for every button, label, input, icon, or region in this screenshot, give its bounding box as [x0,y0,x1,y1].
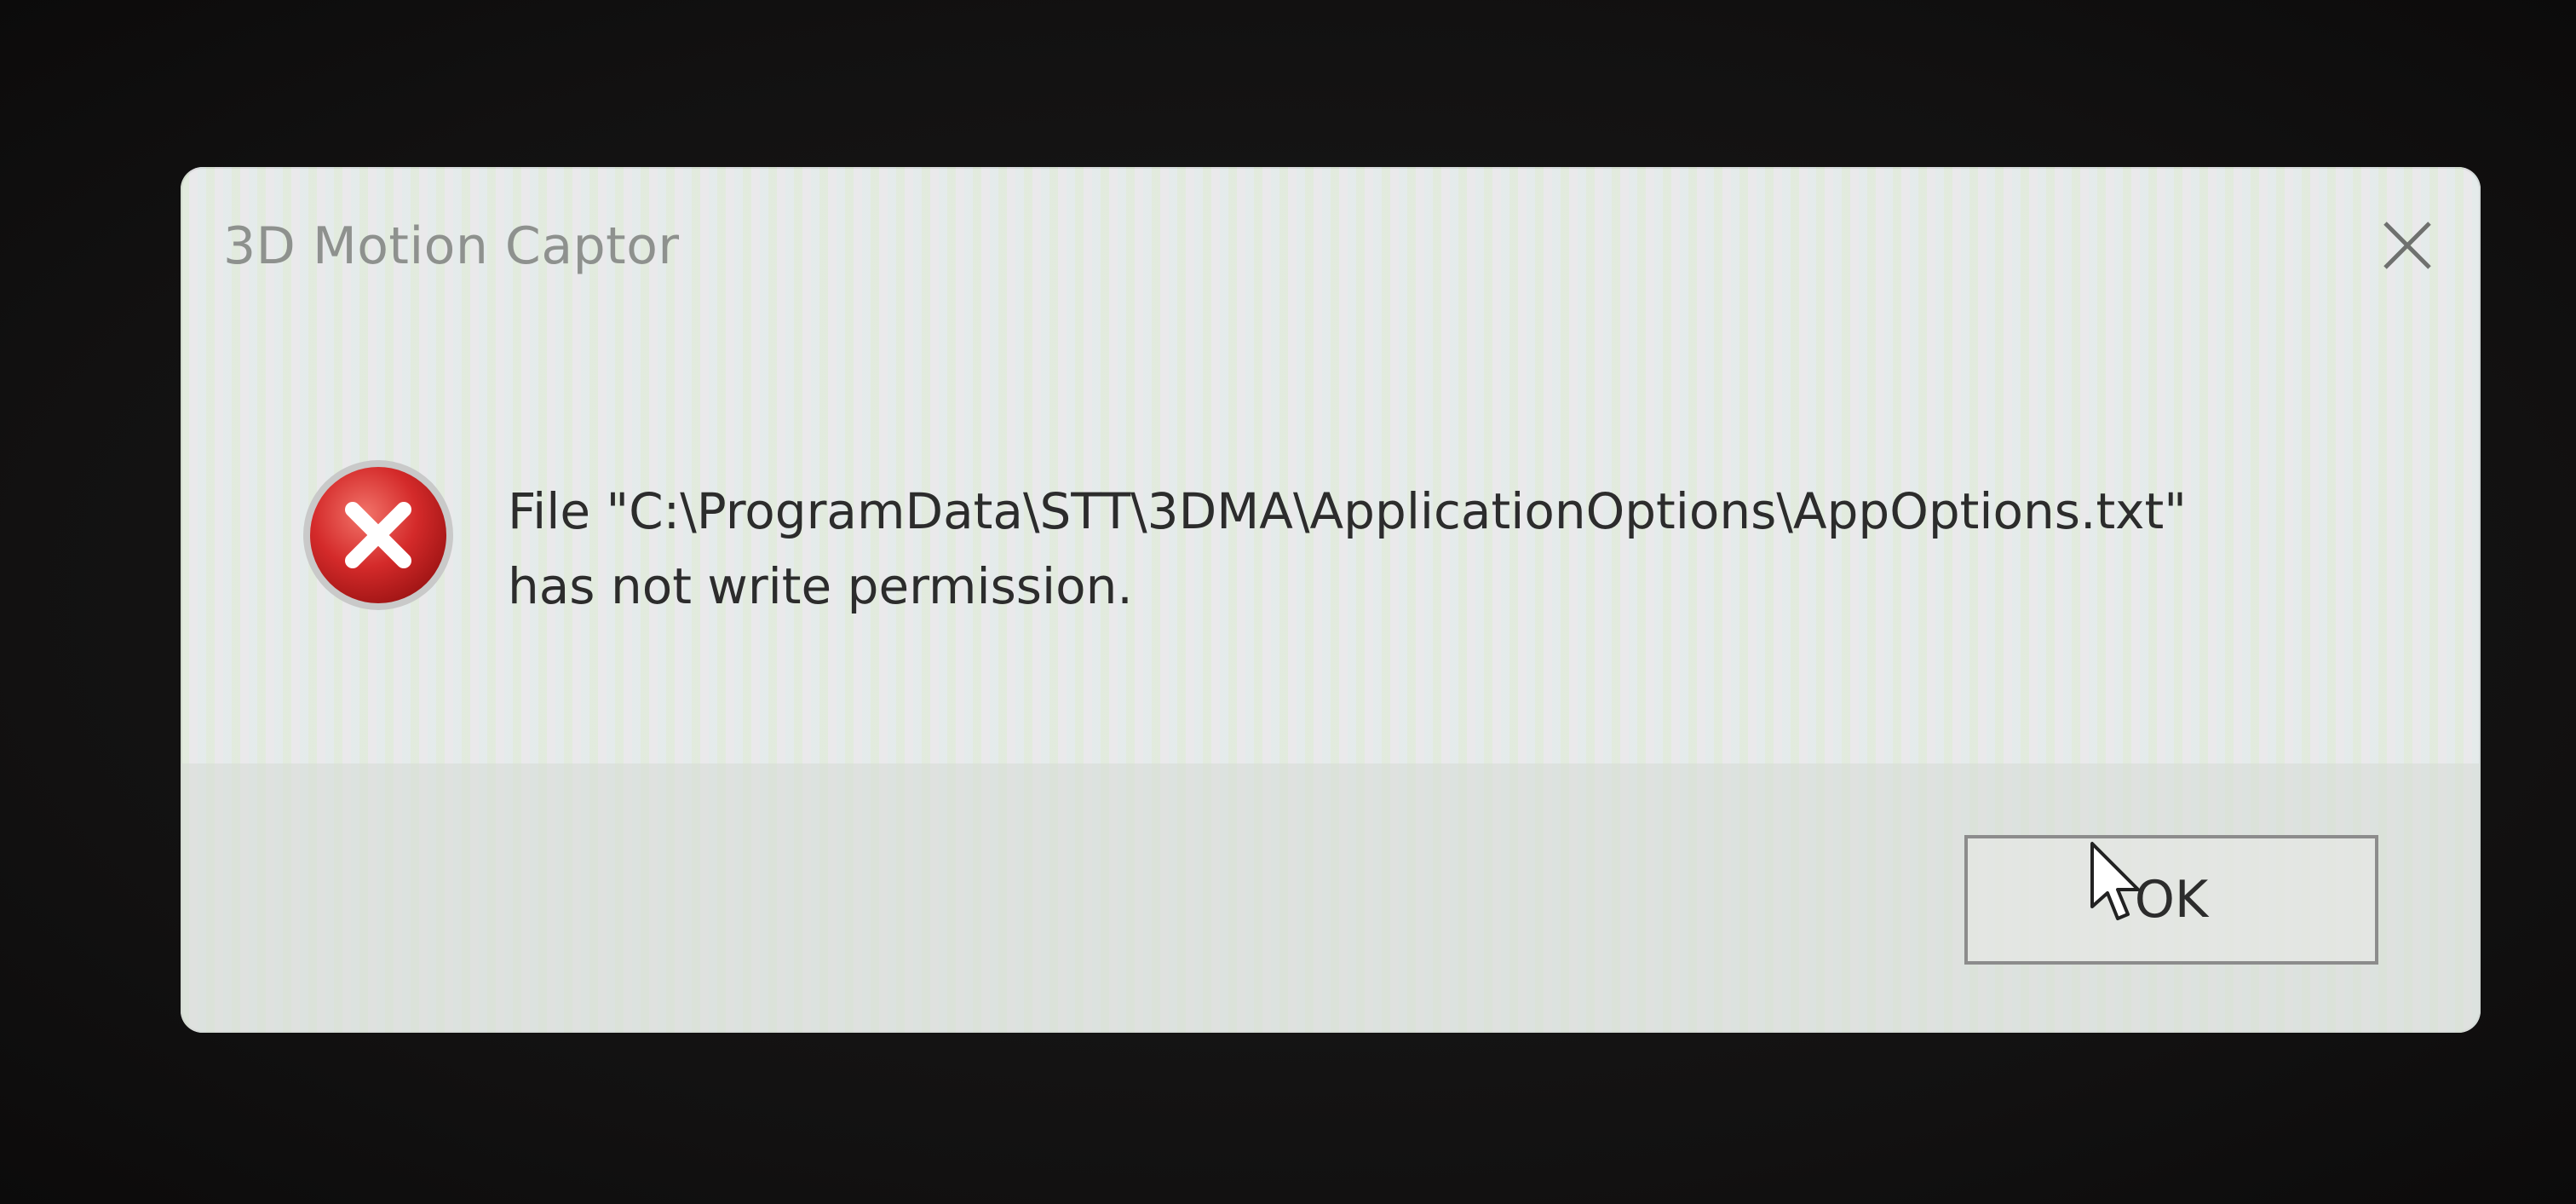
message-box-dialog: 3D Motion Captor File "C:\ProgramData\ST… [181,167,2481,1033]
ok-button-label: OK [2134,870,2209,930]
error-message: File "C:\ProgramData\STT\3DMA\Applicatio… [508,474,2187,624]
dialog-title: 3D Motion Captor [223,216,680,276]
message-line-2: has not write permission. [508,557,1133,615]
message-line-1: File "C:\ProgramData\STT\3DMA\Applicatio… [508,482,2187,540]
desktop-background: 3D Motion Captor File "C:\ProgramData\ST… [0,0,2576,1204]
close-button[interactable] [2377,215,2438,276]
mouse-pointer-icon [2090,842,2140,920]
close-icon [2383,222,2431,269]
dialog-titlebar: 3D Motion Captor [181,167,2481,303]
ok-button[interactable]: OK [1964,835,2378,965]
error-icon [303,460,453,610]
